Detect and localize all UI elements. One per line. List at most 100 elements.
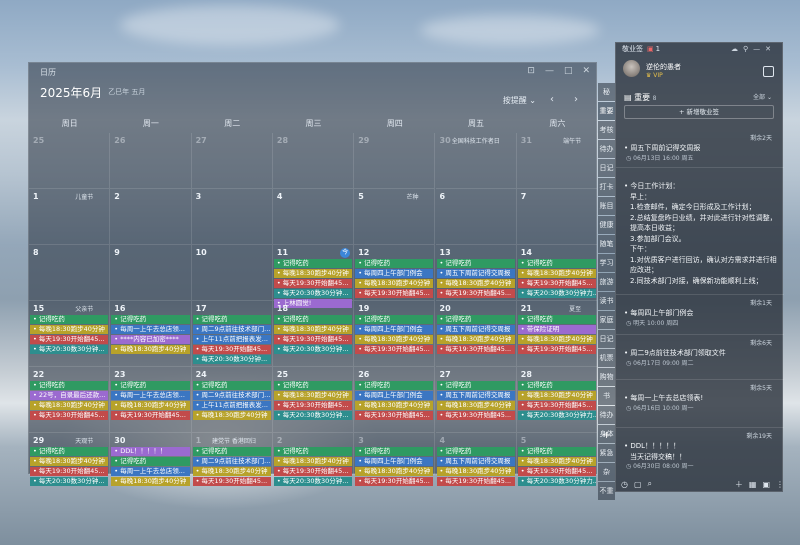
event-item[interactable]: • 每晚18:30跑步40分钟 — [192, 411, 271, 420]
event-item[interactable]: • 每晚18:30跑步40分钟 — [30, 325, 109, 334]
event-item[interactable]: • 每晚18:30跑步40分钟 — [111, 401, 190, 410]
event-item[interactable]: • 每晚18:30跑步40分钟 — [111, 345, 190, 354]
event-item[interactable]: • 每天19:30开始翻45... — [273, 279, 353, 288]
category-tab[interactable]: 日记 — [598, 159, 615, 177]
memo-item[interactable]: • 周二9点前往技术部门领取文件 ◷ 06月17日 09:00 周二 — [620, 348, 780, 369]
event-item[interactable]: • 记得吃药 — [30, 315, 109, 324]
event-item[interactable]: • 每天19:30开始翻45... — [436, 289, 515, 298]
maximize-button[interactable]: □ — [564, 66, 573, 76]
layout-icon[interactable]: ▣ — [762, 480, 770, 489]
event-item[interactable]: • 每天19:30开始翻45... — [30, 411, 109, 420]
day-cell[interactable]: 16 • 记得吃药 • 每周一上午去总店领... • ****内容已加密**** • 每… — [110, 301, 192, 367]
day-cell[interactable]: 30 • DDL！！！！！ • 记得吃药 • 每周一上午去总店领... • 每晚18:3… — [110, 433, 192, 486]
new-memo-button[interactable]: + 新增敬业签 — [624, 105, 774, 119]
day-cell[interactable]: 24 • 记得吃药 • 周二9点前往技术部门... • 上午11点前把报表发... • … — [191, 367, 273, 433]
event-item[interactable]: • 每晚18:30跑步40分钟 — [436, 467, 515, 476]
event-item[interactable]: • 每周四上午部门例会 — [355, 457, 434, 466]
memo-item[interactable]: • 每周四上午部门例会 ◷ 明天 10:00 周四 — [620, 308, 780, 329]
event-item[interactable]: • 每天20:30数30分钟... — [30, 345, 109, 354]
day-cell[interactable]: 29 — [354, 133, 436, 189]
event-item[interactable]: • 每晚18:30跑步40分钟 — [273, 325, 353, 334]
day-cell[interactable]: 30 全国科技工作者日 — [435, 133, 517, 189]
event-item[interactable]: • 上午11点前把报表发... — [192, 335, 271, 344]
memo-item[interactable]: • 今日工作计划： 早上： 1.检查邮件，确定今日形成及工作计划； 2.总结复盘昨日业… — [620, 181, 780, 286]
menu-icon[interactable]: ⋮ — [776, 480, 784, 489]
day-cell[interactable]: 28 — [272, 133, 355, 189]
event-item[interactable]: • 记得吃药 — [111, 457, 190, 466]
event-item[interactable]: • 每周四上午部门例会 — [355, 325, 434, 334]
event-item[interactable]: • 每天19:30开始翻45... — [517, 401, 597, 410]
day-cell[interactable]: 10 — [191, 245, 273, 301]
event-item[interactable]: • 每天19:30开始翻45... — [355, 411, 434, 420]
event-item[interactable]: • 每天20:30数30分钟... — [192, 355, 271, 364]
category-tab[interactable]: 杂 — [598, 463, 615, 481]
category-tab[interactable]: 书 — [598, 387, 615, 405]
event-item[interactable]: • 每晚18:30跑步40分钟 — [273, 269, 353, 278]
category-tab[interactable]: 日记 — [598, 330, 615, 348]
event-item[interactable]: • 记得吃药 — [436, 259, 515, 268]
event-item[interactable]: • 每晚18:30跑步40分钟 — [355, 467, 434, 476]
add-icon[interactable]: ＋ — [735, 479, 743, 490]
event-item[interactable]: • 每天19:30开始翻45... — [517, 345, 597, 354]
event-item[interactable]: • 周五下周前记得交周报 — [436, 457, 515, 466]
event-item[interactable]: • 每天19:30开始翻45... — [192, 477, 271, 486]
category-tab[interactable]: 打卡 — [598, 178, 615, 196]
event-item[interactable]: • 记得吃药 — [355, 315, 434, 324]
event-item[interactable]: • 每天20:30数30分钟力... — [517, 411, 597, 420]
close-button[interactable]: ✕ — [582, 66, 590, 76]
category-tab[interactable]: 健康 — [598, 216, 615, 234]
event-item[interactable]: • 每天19:30开始翻45... — [355, 477, 434, 486]
day-cell[interactable]: 12 • 记得吃药 • 每周四上午部门例会 • 每晚18:30跑步40分钟 • 每天19… — [354, 245, 436, 301]
event-item[interactable]: • ****内容已加密**** — [111, 335, 190, 344]
category-tab[interactable]: 秘 — [598, 83, 615, 101]
event-item[interactable]: • 周五下周前记得交周报 — [436, 269, 515, 278]
calendar-icon[interactable] — [763, 66, 774, 77]
event-item[interactable]: • 每晚18:30跑步40分钟 — [355, 401, 434, 410]
day-cell[interactable]: 25 • 记得吃药 • 每晚18:30跑步40分钟 • 每天19:30开始翻45...… — [272, 367, 355, 433]
event-item[interactable]: • 每天19:30开始翻45... — [517, 467, 597, 476]
day-cell[interactable]: 18 • 记得吃药 • 每晚18:30跑步40分钟 • 每天19:30开始翻45...… — [272, 301, 355, 367]
day-cell[interactable]: 4 — [272, 189, 355, 245]
minimize-button[interactable]: — — [545, 66, 554, 76]
event-item[interactable]: • 记得吃药 — [273, 259, 353, 268]
event-item[interactable]: • 每晚18:30跑步40分钟 — [517, 391, 597, 400]
category-tab[interactable]: 读书 — [598, 292, 615, 310]
event-item[interactable]: • 记得吃药 — [30, 447, 109, 456]
event-item[interactable]: • 每天19:30开始翻45... — [436, 477, 515, 486]
event-item[interactable]: • 每晚18:30跑步40分钟 — [436, 401, 515, 410]
event-item[interactable]: • 周二9点前往技术部门... — [192, 457, 271, 466]
memo-item[interactable]: • 每周一上午去总店领表! ◷ 06月16日 10:00 周一 — [620, 393, 780, 414]
day-cell[interactable]: 17 • 记得吃药 • 周二9点前往技术部门... • 上午11点前把报表发... • … — [191, 301, 273, 367]
event-item[interactable]: • 周二9点前往技术部门... — [192, 391, 271, 400]
filter-select[interactable]: 全部 ⌄ — [753, 92, 772, 101]
category-tab[interactable]: 考核 — [598, 121, 615, 139]
event-item[interactable]: • 每天19:30开始翻45... — [436, 345, 515, 354]
day-cell[interactable]: 13 • 记得吃药 • 周五下周前记得交周报 • 每晚18:30跑步40分钟 • 每天1… — [435, 245, 517, 301]
day-cell[interactable]: 2 — [110, 189, 192, 245]
event-item[interactable]: • 带保险证明 — [517, 325, 597, 334]
day-cell[interactable]: 3 — [191, 189, 273, 245]
day-cell[interactable]: 25 — [29, 133, 111, 189]
event-item[interactable]: • 22号，自录最后还款... — [30, 391, 109, 400]
event-item[interactable]: • 每晚18:30跑步40分钟 — [436, 279, 515, 288]
event-item[interactable]: • 每晚18:30跑步40分钟 — [355, 335, 434, 344]
avatar[interactable] — [623, 60, 640, 77]
event-item[interactable]: • 每晚18:30跑步40分钟 — [111, 477, 190, 486]
event-item[interactable]: • 每天20:30数30分钟... — [273, 345, 353, 354]
event-item[interactable]: • 记得吃药 — [436, 315, 515, 324]
event-item[interactable]: • 每天19:30开始翻45... — [30, 467, 109, 476]
event-item[interactable]: • 每天20:30数30分钟... — [273, 477, 353, 486]
day-cell[interactable]: 29 天观节 • 记得吃药 • 每晚18:30跑步40分钟 • 每天19:30开始翻45… — [29, 433, 111, 486]
category-tab[interactable]: 不重 — [598, 482, 615, 500]
clock-icon[interactable]: ◷ — [621, 480, 628, 489]
event-item[interactable]: • 记得吃药 — [436, 381, 515, 390]
day-cell[interactable]: 27 • 记得吃药 • 周五下周前记得交周报 • 每晚18:30跑步40分钟 • 每天1… — [435, 367, 517, 433]
event-item[interactable]: • 每晚18:30跑步40分钟 — [517, 457, 597, 466]
event-item[interactable]: • 每天19:30开始翻45... — [192, 345, 271, 354]
event-item[interactable]: • 每周四上午部门例会 — [355, 269, 434, 278]
search-icon[interactable]: ⌕ — [648, 479, 652, 489]
day-cell[interactable]: 6 — [435, 189, 517, 245]
event-item[interactable]: • 每晚18:30跑步40分钟 — [436, 335, 515, 344]
category-tab[interactable]: 购物 — [598, 368, 615, 386]
day-cell[interactable]: 9 — [110, 245, 192, 301]
